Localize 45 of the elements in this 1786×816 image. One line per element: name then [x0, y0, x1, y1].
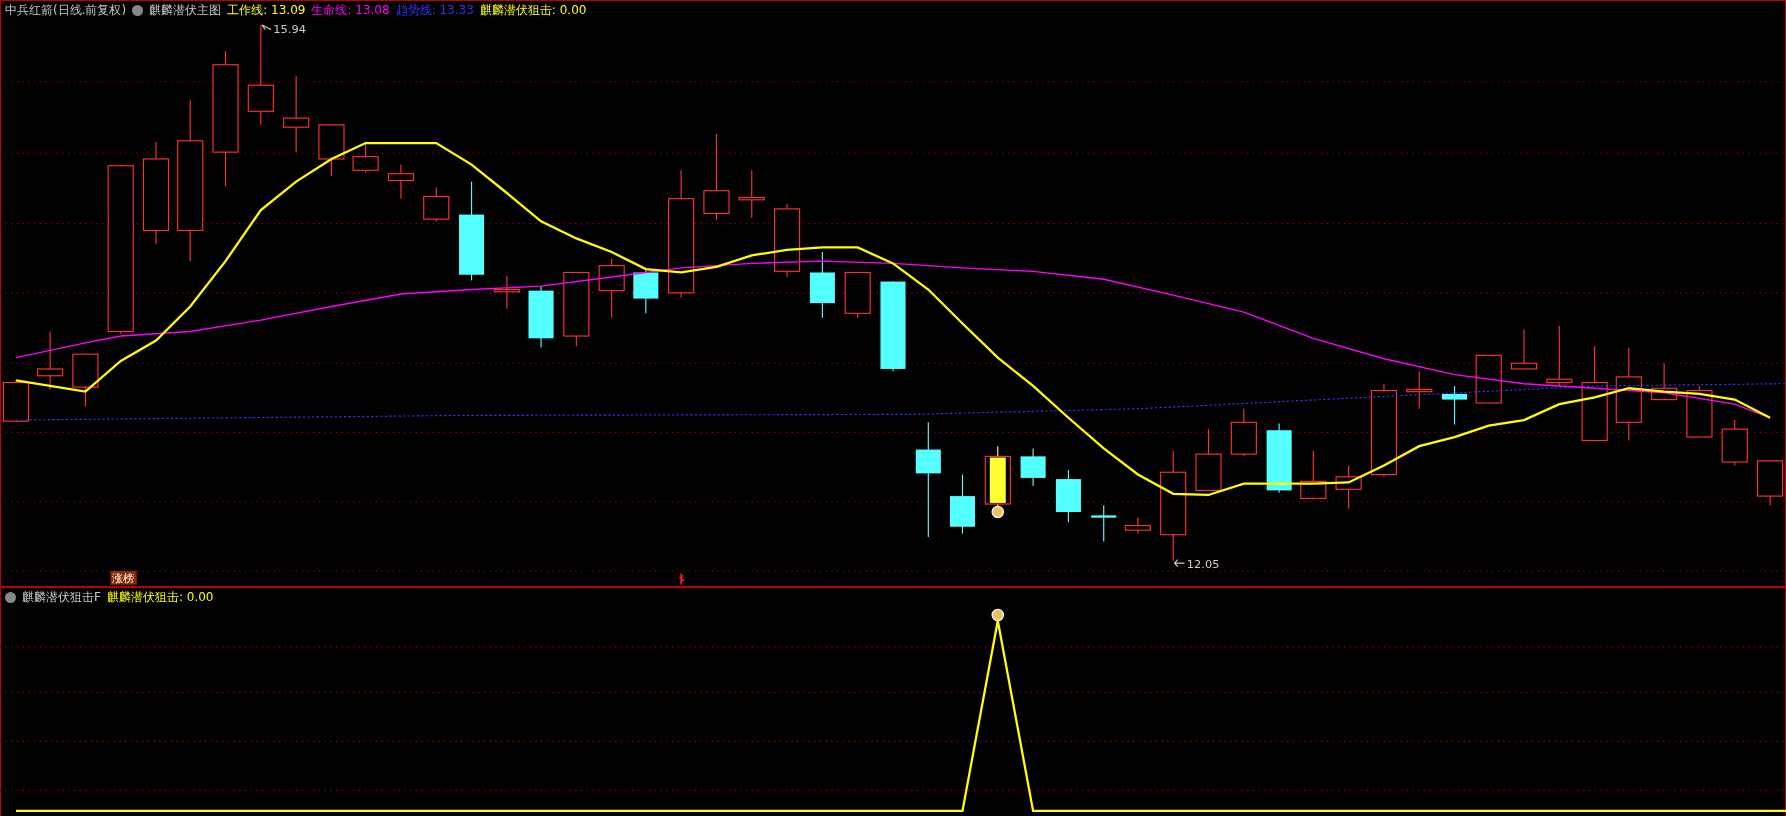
candlestick: [1721, 419, 1748, 466]
candlestick: [72, 353, 99, 407]
candlestick: [1124, 517, 1151, 535]
candlestick: [37, 330, 64, 390]
candlestick: [633, 269, 659, 314]
legend-value: 生命线: 13.08: [311, 2, 390, 19]
dropdown-icon[interactable]: [5, 592, 16, 603]
candlestick: [1055, 469, 1081, 523]
candlestick: [1091, 504, 1117, 543]
low-price-label: 12.05: [1186, 556, 1220, 571]
candlestick: [493, 275, 520, 310]
indicator-name: 麒麟潜伏狙击F: [22, 589, 101, 606]
candlestick: [1335, 464, 1362, 510]
candlestick: [1406, 370, 1433, 410]
limit-up-tag: 涨榜: [110, 571, 137, 586]
legend-value: 麒麟潜伏狙击: 0.00: [479, 2, 587, 19]
candlestick: [844, 271, 871, 319]
candlestick: [738, 169, 765, 219]
candlestick: [1266, 422, 1292, 494]
dropdown-icon[interactable]: [132, 5, 144, 16]
indicator-name: 麒麟潜伏主图: [149, 2, 222, 19]
candlestick: [387, 164, 415, 200]
candlestick: [949, 473, 975, 535]
high-price-label: 15.94: [273, 21, 306, 36]
candlestick: [598, 258, 625, 319]
candlestick: [1300, 450, 1327, 501]
candlestick: [1510, 328, 1538, 370]
stock-title: 中兵红箭(日线.前复权): [5, 2, 127, 19]
candlestick: [318, 124, 345, 177]
low-arrow-icon: [1173, 559, 1186, 568]
candlestick: [1230, 408, 1257, 457]
legend-value: 工作线: 13.09: [227, 2, 306, 19]
candlestick: [528, 285, 554, 348]
candlestick: [423, 186, 450, 222]
candlestick: [1020, 447, 1046, 487]
candlestick: [1651, 362, 1678, 401]
candlestick: [809, 251, 835, 319]
candlestick: [1442, 385, 1468, 426]
candlestick: [1195, 428, 1222, 491]
candlestick: [352, 141, 379, 174]
legend-value: 麒麟潜伏狙击: 0.00: [106, 589, 214, 606]
candlestick: [1475, 354, 1502, 404]
candlestick: [1546, 325, 1573, 387]
candlestick: [1686, 385, 1713, 438]
legend-value: 趋势线: 13.33: [395, 2, 474, 19]
